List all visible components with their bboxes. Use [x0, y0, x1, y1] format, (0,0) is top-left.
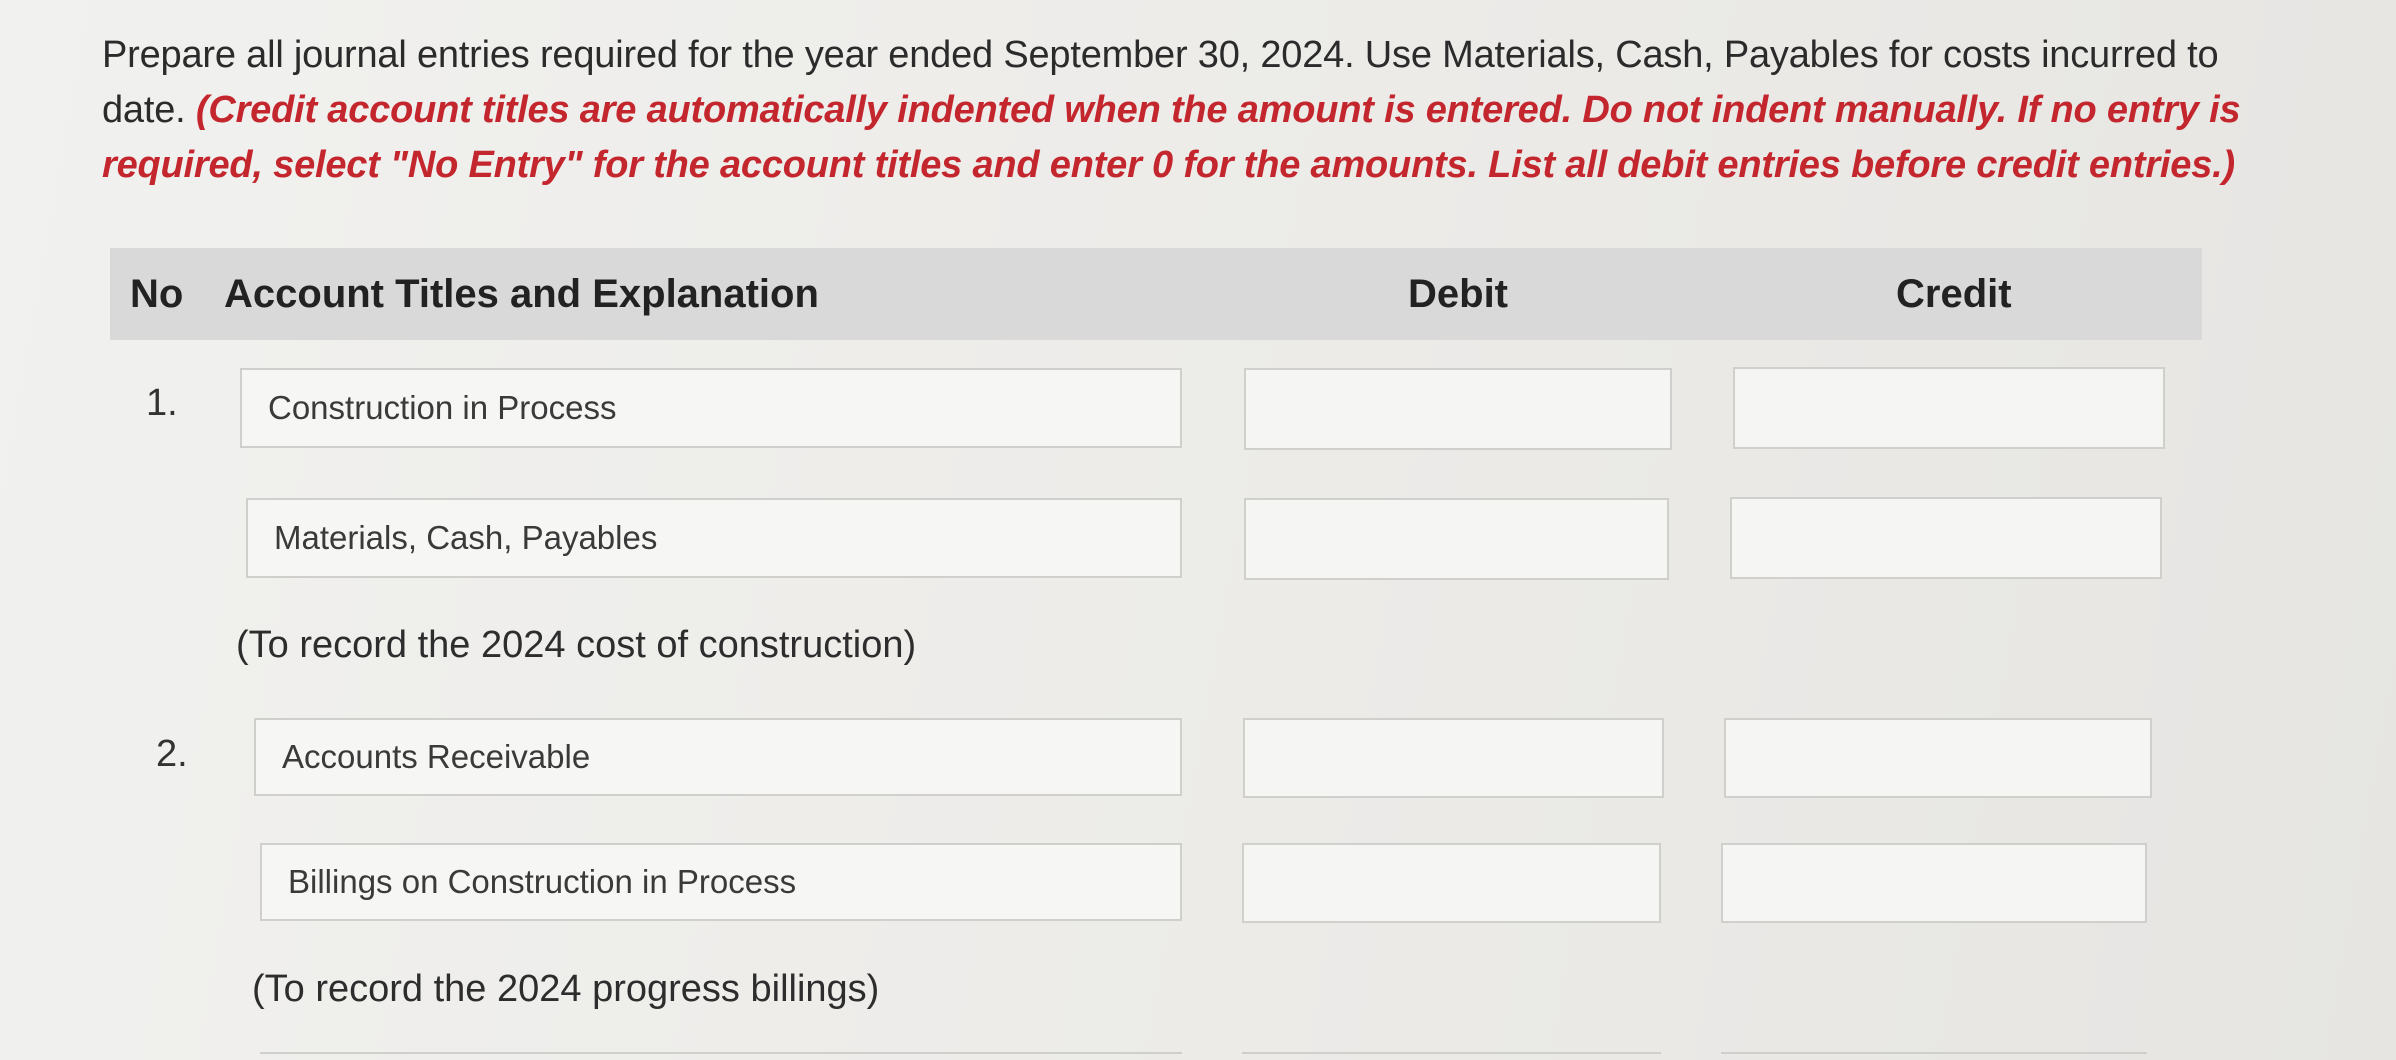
account-title-field[interactable]: Construction in Process [240, 368, 1182, 448]
entry-explanation: (To record the 2024 cost of construction… [236, 624, 917, 666]
instructions-note: (Credit account titles are automatically… [102, 89, 2241, 186]
account-title-field[interactable]: Billings on Construction in Process [260, 843, 1182, 921]
journal-entry-page: Prepare all journal entries required for… [0, 0, 2396, 1060]
header-account-titles: Account Titles and Explanation [224, 272, 819, 316]
table-header: No Account Titles and Explanation Debit … [110, 248, 2202, 340]
credit-amount-input[interactable] [1724, 718, 2152, 798]
debit-amount-input[interactable] [1244, 368, 1672, 450]
header-credit: Credit [1896, 272, 2012, 316]
divider [1721, 1052, 2147, 1054]
header-no: No [130, 272, 184, 316]
header-debit: Debit [1408, 272, 1508, 316]
account-title-field[interactable]: Materials, Cash, Payables [246, 498, 1182, 578]
entry-number: 1. [146, 382, 178, 424]
divider [1242, 1052, 1661, 1054]
instructions: Prepare all journal entries required for… [102, 28, 2302, 193]
entry-number: 2. [156, 733, 188, 775]
debit-amount-input[interactable] [1244, 498, 1669, 580]
credit-amount-input[interactable] [1730, 497, 2162, 579]
debit-amount-input[interactable] [1243, 718, 1664, 798]
debit-amount-input[interactable] [1242, 843, 1661, 923]
account-title-field[interactable]: Accounts Receivable [254, 718, 1182, 796]
entry-explanation: (To record the 2024 progress billings) [252, 968, 880, 1010]
credit-amount-input[interactable] [1721, 843, 2147, 923]
credit-amount-input[interactable] [1733, 367, 2165, 449]
divider [260, 1052, 1182, 1054]
